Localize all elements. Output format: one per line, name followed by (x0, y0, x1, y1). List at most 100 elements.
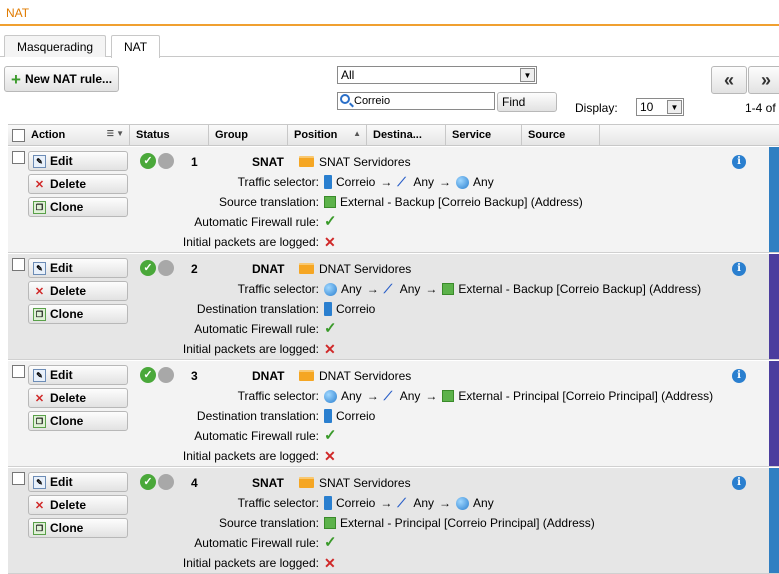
traffic-selector-label: Traffic selector: (237, 282, 319, 296)
clone-icon: ❐ (33, 307, 46, 321)
pager-info: 1-4 of (745, 101, 776, 115)
logged-label: Initial packets are logged: (182, 235, 319, 249)
traffic-selector-value: Correio → ⟋ Any → Any (324, 496, 494, 510)
edit-button[interactable]: ✎ Edit (28, 258, 128, 278)
display-count-select[interactable]: 10 ▼ (636, 98, 684, 116)
status-enabled-icon[interactable]: ✓ (140, 260, 156, 276)
col-action[interactable]: Action ☰ ▼ (25, 125, 129, 146)
server-icon (324, 175, 332, 189)
find-button[interactable]: Find (497, 92, 557, 112)
check-icon: ✓ (324, 213, 337, 230)
sort-asc-icon: ▲ (353, 129, 361, 138)
col-empty (599, 125, 779, 146)
delete-icon: ✕ (34, 178, 45, 191)
clone-button[interactable]: ❐ Clone (28, 411, 128, 431)
row-checkbox[interactable] (12, 365, 25, 378)
column-menu-icon[interactable]: ☰ ▼ (107, 129, 124, 138)
clone-button[interactable]: ❐ Clone (28, 304, 128, 324)
new-nat-rule-button[interactable]: + New NAT rule... (4, 66, 119, 92)
status-disabled-icon[interactable] (158, 474, 174, 490)
logged-label: Initial packets are logged: (182, 342, 319, 356)
tab-masquerading[interactable]: Masquerading (4, 35, 107, 57)
edit-button[interactable]: ✎ Edit (28, 365, 128, 385)
delete-icon: ✕ (34, 285, 45, 298)
search-input[interactable]: Correio (337, 92, 495, 110)
status-disabled-icon[interactable] (158, 367, 174, 383)
display-count-value: 10 (640, 100, 654, 114)
status-enabled-icon[interactable]: ✓ (140, 474, 156, 490)
traffic-selector-label: Traffic selector: (237, 389, 319, 403)
status-enabled-icon[interactable]: ✓ (140, 153, 156, 169)
rule-type: DNAT (252, 262, 285, 276)
row-checkbox[interactable] (12, 258, 25, 271)
globe-icon (456, 496, 470, 510)
next-page-button[interactable]: » (748, 66, 779, 94)
delete-button[interactable]: ✕ Delete (28, 281, 128, 301)
service-icon: ⟋ (397, 175, 406, 189)
auto-firewall-label: Automatic Firewall rule: (194, 215, 319, 229)
filter-select[interactable]: All ▼ (337, 66, 537, 84)
table-row: ✎ Edit ✕ Delete ❐ Clone ✓ 3 DNAT DNAT Servi… (8, 361, 779, 467)
rule-type: SNAT (252, 155, 284, 169)
col-service[interactable]: Service (445, 125, 521, 146)
translation-label: Destination translation: (196, 409, 319, 423)
col-source[interactable]: Source (521, 125, 599, 146)
search-icon (340, 94, 350, 104)
row-checkbox[interactable] (12, 151, 25, 164)
edit-icon: ✎ (33, 261, 46, 275)
select-all-checkbox[interactable] (12, 129, 25, 142)
clone-button[interactable]: ❐ Clone (28, 197, 128, 217)
delete-button[interactable]: ✕ Delete (28, 495, 128, 515)
col-status[interactable]: Status (129, 125, 208, 146)
server-icon (324, 409, 332, 423)
edit-icon: ✎ (33, 154, 46, 168)
col-group[interactable]: Group (208, 125, 287, 146)
col-destination[interactable]: Destina... (366, 125, 445, 146)
cross-icon: ✕ (324, 234, 336, 250)
auto-firewall-label: Automatic Firewall rule: (194, 322, 319, 336)
service-icon: ⟋ (397, 496, 406, 510)
logged-label: Initial packets are logged: (182, 449, 319, 463)
chevron-down-icon: ▼ (520, 68, 535, 82)
row-color-bar (769, 147, 779, 252)
clone-icon: ❐ (33, 521, 46, 535)
chevron-down-icon: ▼ (667, 100, 682, 114)
tab-nat[interactable]: NAT (111, 35, 161, 58)
auto-firewall-label: Automatic Firewall rule: (194, 536, 319, 550)
info-icon[interactable]: i (732, 476, 746, 490)
cross-icon: ✕ (324, 341, 336, 357)
server-icon (324, 302, 332, 316)
tab-bar: Masquerading NAT (0, 35, 779, 58)
info-icon[interactable]: i (732, 155, 746, 169)
clone-button[interactable]: ❐ Clone (28, 518, 128, 538)
info-icon[interactable]: i (732, 369, 746, 383)
row-color-bar (769, 361, 779, 466)
cross-icon: ✕ (324, 555, 336, 571)
translation-label: Source translation: (218, 195, 319, 209)
rule-group: SNAT Servidores (319, 155, 411, 169)
delete-icon: ✕ (34, 499, 45, 512)
edit-button[interactable]: ✎ Edit (28, 472, 128, 492)
delete-button[interactable]: ✕ Delete (28, 174, 128, 194)
rule-position: 4 (191, 476, 198, 490)
edit-button[interactable]: ✎ Edit (28, 151, 128, 171)
globe-icon (324, 282, 337, 296)
status-disabled-icon[interactable] (158, 153, 174, 169)
col-position[interactable]: Position ▲ (287, 125, 366, 146)
folder-icon (299, 370, 314, 381)
first-page-button[interactable]: « (711, 66, 747, 94)
status-enabled-icon[interactable]: ✓ (140, 367, 156, 383)
info-icon[interactable]: i (732, 262, 746, 276)
row-checkbox[interactable] (12, 472, 25, 485)
server-icon (324, 496, 332, 510)
globe-icon (456, 175, 470, 189)
delete-button[interactable]: ✕ Delete (28, 388, 128, 408)
network-icon (324, 196, 336, 208)
translation-value: External - Backup [Correio Backup] (Addr… (324, 195, 583, 209)
translation-label: Destination translation: (196, 302, 319, 316)
status-disabled-icon[interactable] (158, 260, 174, 276)
page-title: NAT (0, 0, 779, 26)
rule-position: 3 (191, 369, 198, 383)
traffic-selector-value: Any → ⟋ Any → External - Backup [Correio Back… (324, 282, 701, 296)
rule-group: SNAT Servidores (319, 476, 411, 490)
